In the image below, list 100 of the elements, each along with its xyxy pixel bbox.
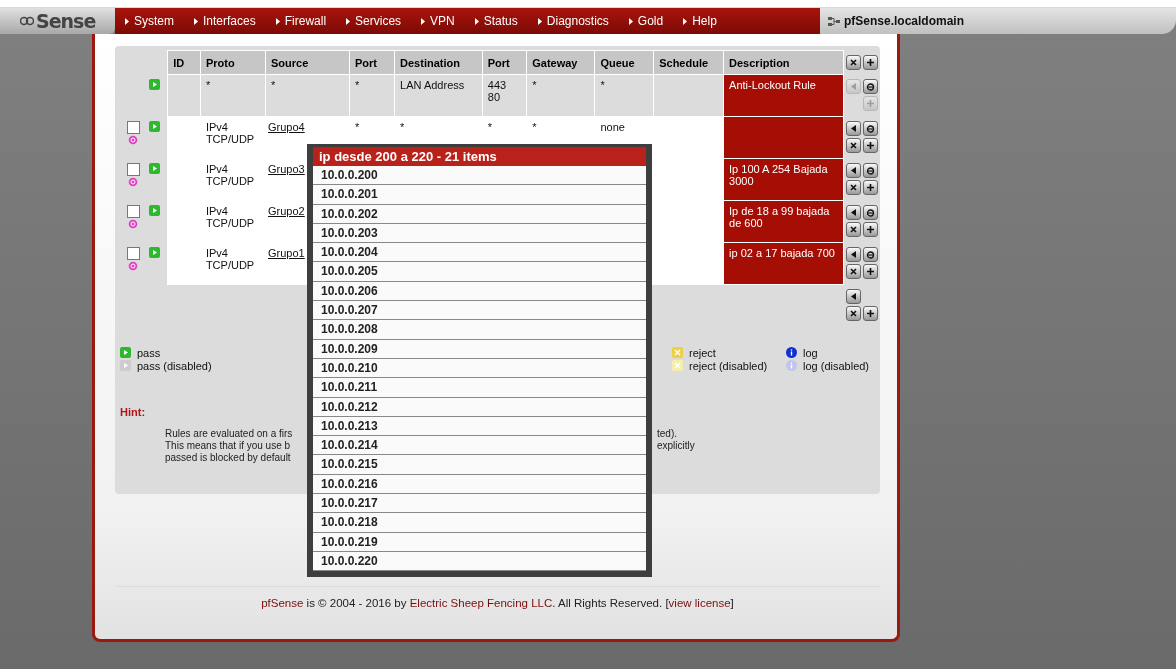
column-header: Port (349, 50, 395, 75)
column-header: ID (167, 50, 201, 75)
hint-text: passed is blocked by default (165, 451, 291, 464)
table-cell: * (594, 74, 654, 117)
nav-item[interactable]: Gold (628, 14, 664, 28)
popup-list-item: 10.0.0.209 (313, 339, 646, 359)
table-cell: LAN Address (394, 74, 483, 117)
column-header: Proto (200, 50, 266, 75)
delete-icon[interactable] (846, 221, 861, 237)
nav-item[interactable]: Diagnostics (537, 14, 609, 28)
description-cell: ip 02 a 17 bajada 700 (723, 242, 844, 285)
nav-item[interactable]: System (125, 14, 174, 28)
nav-item[interactable]: Help (683, 14, 717, 28)
play-icon (148, 78, 160, 90)
add-icon[interactable] (863, 263, 878, 279)
popup-list-item: 10.0.0.205 (313, 262, 646, 282)
footer-link[interactable]: pfSense (261, 597, 304, 609)
cross-icon (672, 360, 683, 371)
popup-list-item: 10.0.0.204 (313, 243, 646, 263)
table-cell (653, 74, 724, 117)
checkbox[interactable] (126, 204, 140, 218)
add-icon[interactable] (863, 137, 878, 153)
edit-icon[interactable] (863, 204, 878, 220)
checkbox[interactable] (126, 246, 140, 260)
nav-item[interactable]: Services (346, 14, 402, 28)
source-link[interactable]: Grupo3 (268, 163, 305, 175)
edit-icon[interactable] (863, 162, 878, 178)
add-icon[interactable] (863, 221, 878, 237)
popup-title: ip desde 200 a 220 - 21 items (313, 147, 646, 166)
triangle-icon (683, 17, 688, 25)
nav-item[interactable]: Status (474, 14, 518, 28)
popup-list-item: 10.0.0.208 (313, 320, 646, 340)
popup-list-item: 10.0.0.201 (313, 185, 646, 205)
popup-list-item: 10.0.0.218 (313, 513, 646, 533)
checkbox[interactable] (126, 120, 140, 134)
play-icon (148, 246, 160, 258)
popup-list-item: 10.0.0.206 (313, 281, 646, 302)
hint-text: Rules are evaluated on a firs (165, 427, 293, 440)
delete-icon[interactable] (846, 137, 861, 153)
table-cell: IPv4 TCP/UDP (200, 200, 266, 243)
circle-icon (128, 218, 139, 229)
table-cell: IPv4 TCP/UDP (200, 158, 266, 201)
delete-icon[interactable] (846, 179, 861, 195)
column-header: Port (482, 50, 527, 75)
circle-icon (128, 260, 139, 271)
logo-text: Sense (36, 10, 96, 32)
table-cell: * (349, 74, 395, 117)
add-icon[interactable] (863, 179, 878, 195)
table-cell: IPv4 TCP/UDP (200, 116, 266, 159)
play-icon (148, 204, 160, 216)
popup-list-item: 10.0.0.200 (313, 166, 646, 186)
column-header: Source (265, 50, 350, 75)
popup-list-item: 10.0.0.211 (313, 378, 646, 398)
edit-icon[interactable] (863, 120, 878, 136)
legend-label: reject (689, 346, 716, 359)
source-link[interactable]: Grupo2 (268, 205, 305, 217)
logo-mark-icon (20, 15, 34, 27)
nav-item[interactable]: Firewall (275, 14, 327, 28)
cross-icon (672, 347, 683, 358)
column-header: Destination (394, 50, 483, 75)
triangle-icon (474, 17, 479, 25)
nav-item[interactable]: Interfaces (194, 14, 256, 28)
delete-icon[interactable] (846, 263, 861, 279)
table-cell: 443 80 (482, 74, 527, 117)
column-header: Queue (594, 50, 654, 75)
popup-list-item: 10.0.0.217 (313, 494, 646, 514)
triangle-icon (628, 17, 633, 25)
table-cell (653, 242, 724, 285)
popup-list-item: 10.0.0.216 (313, 474, 646, 495)
legend-label: log (803, 346, 818, 359)
source-link[interactable]: Grupo4 (268, 121, 305, 133)
network-icon (828, 15, 840, 27)
legend-label: pass (137, 346, 161, 359)
hostname: pfSense.localdomain (844, 14, 965, 28)
footer-text: pfSense is © 2004 - 2016 by Electric Sheep Fencing LLC. All Rights Reserved. [view license] (260, 596, 735, 611)
hint-text: This means that if you use b (165, 439, 291, 452)
delete-icon[interactable] (846, 54, 861, 70)
table-cell (167, 74, 201, 117)
edit-icon[interactable] (863, 246, 878, 262)
table-cell: * (526, 74, 595, 117)
delete-icon[interactable] (845, 305, 861, 321)
popup-list-item: 10.0.0.213 (313, 416, 646, 437)
triangle-icon (275, 17, 280, 25)
column-header: Gateway (526, 50, 595, 75)
add-icon[interactable] (863, 54, 878, 70)
info-icon (786, 347, 797, 358)
popup-list-item: 10.0.0.202 (313, 204, 646, 224)
nav-item[interactable]: VPN (421, 14, 455, 28)
circle-icon (128, 176, 139, 187)
hint-text: explicitly (657, 439, 695, 452)
checkbox[interactable] (126, 162, 140, 176)
source-link[interactable]: Grupo1 (268, 247, 305, 259)
popup-list-item: 10.0.0.207 (313, 301, 646, 321)
add-icon[interactable] (862, 305, 878, 321)
legend-label: pass (disabled) (137, 359, 212, 372)
popup-list-item: 10.0.0.203 (313, 223, 646, 244)
info-icon (786, 360, 797, 371)
edit-icon[interactable] (863, 78, 878, 94)
triangle-icon (125, 17, 129, 25)
circle-icon (128, 134, 139, 145)
